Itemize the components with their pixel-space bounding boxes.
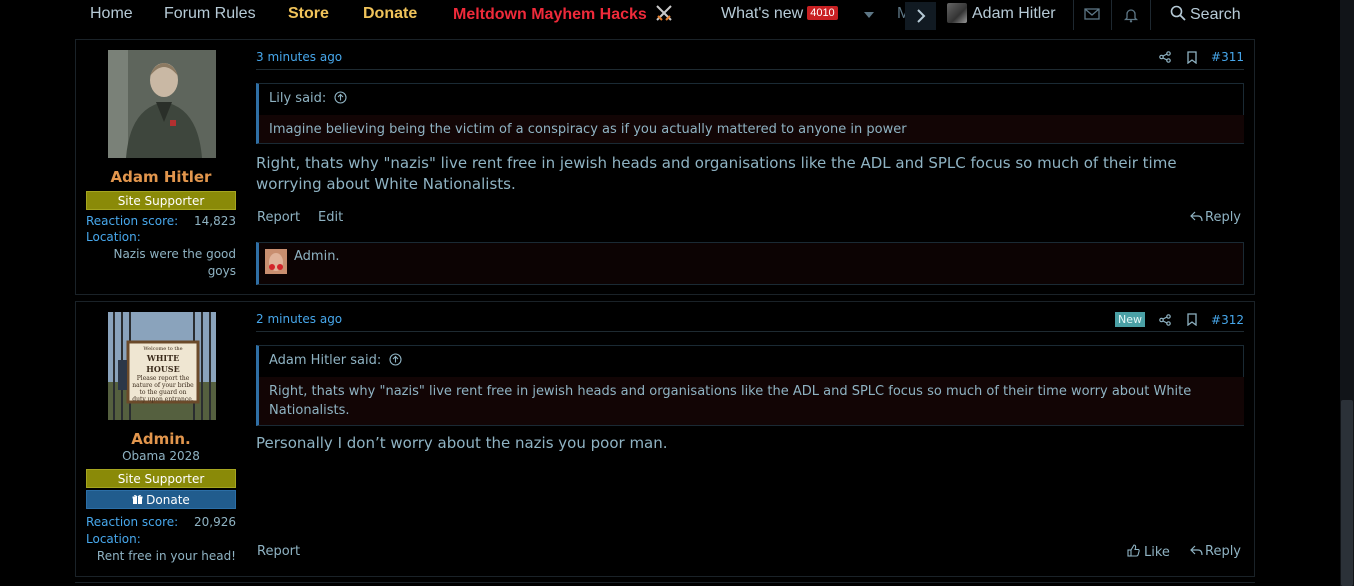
share-icon[interactable] [1159,313,1171,326]
reactor-name[interactable]: Admin. [294,249,340,264]
quote-block: Lily said: Imagine believing being the v… [256,83,1244,144]
reactor-avatar[interactable] [265,249,287,274]
top-navigation: Home Forum Rules Store Donate Meltdown M… [0,0,1340,30]
user-title: Obama 2028 [122,449,200,463]
edit-link[interactable]: Edit [318,210,343,225]
reaction-score-label: Reaction score: [86,214,179,228]
nav-store[interactable]: Store [288,5,329,23]
nav-divider [1111,0,1112,30]
location-label: Location: [86,532,141,546]
new-badge: New [1115,312,1146,327]
bell-icon[interactable] [1124,7,1138,23]
post-number-link[interactable]: #311 [1211,50,1244,64]
donate-banner-label: Donate [146,493,190,507]
post-number-link[interactable]: #312 [1211,313,1244,327]
reaction-score-value: 20,926 [194,515,236,529]
reaction-score: Reaction score: 14,823 [86,214,236,228]
avatar-sign-text: Welcome to the WHITE HOUSE Please report… [130,345,196,403]
post-message: 2 minutes ago New #312 Adam Hitler said:… [256,302,1244,578]
quote-text: Right, thats why "nazis" live rent free … [259,377,1244,425]
post-timestamp[interactable]: 3 minutes ago [256,50,342,64]
nav-search[interactable]: Search [1170,5,1241,24]
sign-line: WHITE HOUSE [146,353,180,374]
report-link[interactable]: Report [257,210,300,225]
avatar-portrait-image [108,50,216,158]
nav-divider [1150,0,1151,30]
nav-divider [1073,0,1074,30]
sign-line: Welcome to the [143,346,183,352]
thumbs-up-icon [1127,544,1140,557]
envelope-icon[interactable] [1084,7,1100,21]
site-supporter-banner: Site Supporter [86,191,236,210]
sign-line: Please report the [136,375,190,382]
nav-hacks-label: Meltdown Mayhem Hacks [453,6,647,23]
bookmark-icon[interactable] [1187,50,1197,64]
username[interactable]: Admin. [76,430,246,448]
nav-user-name[interactable]: Adam Hitler [972,5,1056,23]
reply-icon [1190,211,1203,222]
next-post-edge [75,582,1255,586]
location-label: Location: [86,230,141,244]
post-header: 2 minutes ago New #312 [256,302,1244,332]
quote-author[interactable]: Lily said: [269,91,347,106]
whats-new-count-badge: 4010 [807,6,838,20]
site-supporter-banner: Site Supporter [86,469,236,488]
avatar[interactable] [108,50,216,158]
nav-user-avatar[interactable] [947,3,967,23]
post-header: 3 minutes ago #311 [256,40,1244,70]
scrollbar-thumb[interactable] [1341,400,1353,586]
avatar[interactable]: Welcome to the WHITE HOUSE Please report… [108,312,216,420]
quote-author-label: Adam Hitler said: [269,353,382,368]
quote-author-label: Lily said: [269,91,327,106]
post-311: Adam Hitler Site Supporter Reaction scor… [75,39,1255,295]
reply-label: Reply [1205,544,1242,559]
chevron-down-icon[interactable] [863,10,875,20]
bookmark-icon[interactable] [1187,313,1197,326]
nav-whats-new[interactable]: What's new 4010 [721,5,838,23]
location-value: Nazis were the good goys [113,247,236,278]
nav-forum-rules[interactable]: Forum Rules [164,5,256,23]
nav-whats-new-label: What's new [721,5,804,22]
reaction-score: Reaction score: 20,926 [86,515,236,529]
search-icon [1170,5,1186,21]
reaction-score-value: 14,823 [194,214,236,228]
post-timestamp[interactable]: 2 minutes ago [256,312,342,326]
like-label: Like [1144,545,1170,560]
arrow-up-circle-icon[interactable] [334,91,347,104]
reply-link[interactable]: Reply [1190,544,1241,559]
chevron-right-icon [916,9,925,23]
report-link[interactable]: Report [257,544,300,559]
nav-donate[interactable]: Donate [363,5,417,23]
gift-icon [132,494,143,505]
reaction-score-label: Reaction score: [86,515,179,529]
reply-icon [1190,545,1203,556]
donate-banner: Donate [86,490,236,509]
post-body: Personally I don’t worry about the nazis… [256,434,668,452]
nav-home[interactable]: Home [90,5,133,23]
post-actions: #311 [1145,50,1244,64]
nav-scroll-right-button[interactable] [905,2,936,30]
post-body: Right, thats why "nazis" live rent free … [256,154,1177,193]
crossed-swords-icon [656,5,672,21]
post-message: 3 minutes ago #311 Lily said: Imagine be… [256,40,1244,296]
reactions-bar[interactable]: Admin. [256,242,1244,285]
reply-link[interactable]: Reply [1190,210,1241,225]
location-value: Rent free in your head! [96,549,236,563]
reply-label: Reply [1205,210,1242,225]
like-link[interactable]: Like [1127,544,1170,560]
nav-hacks[interactable]: Meltdown Mayhem Hacks [453,5,673,24]
sign-line: duty upon entrance. [132,396,194,403]
quote-text: Imagine believing being the victim of a … [259,115,1244,143]
sign-line: to the guard on [139,389,187,396]
sign-line: nature of your bribe [132,382,194,389]
quote-author[interactable]: Adam Hitler said: [269,353,402,368]
share-icon[interactable] [1159,51,1171,63]
post-actions: New #312 [1115,312,1244,327]
quote-block: Adam Hitler said: Right, thats why "nazi… [256,345,1244,426]
post-312: Welcome to the WHITE HOUSE Please report… [75,301,1255,577]
username[interactable]: Adam Hitler [76,168,246,186]
arrow-up-circle-icon[interactable] [389,353,402,366]
nav-search-label: Search [1190,6,1241,23]
